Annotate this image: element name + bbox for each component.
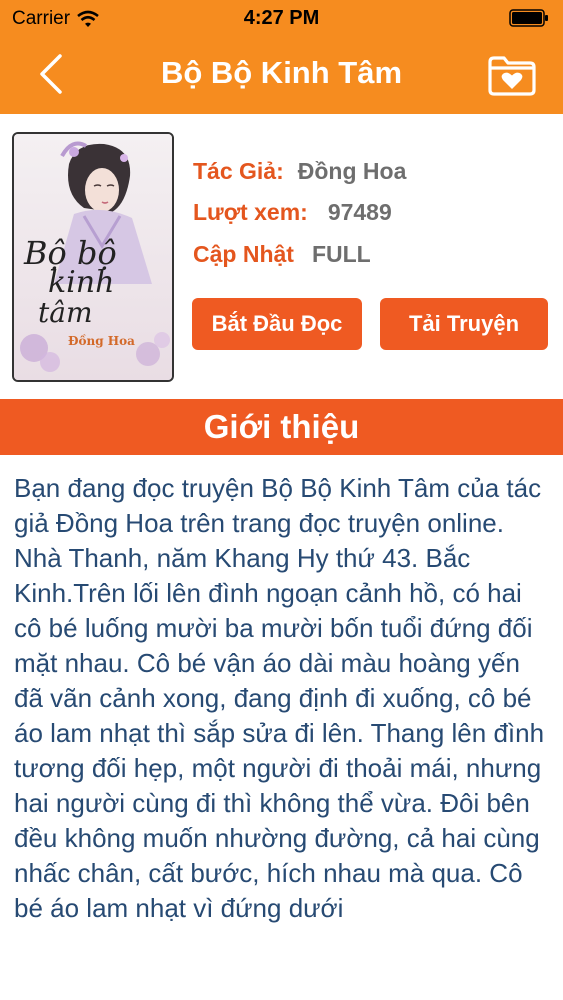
battery-icon	[509, 9, 548, 27]
cover-author: Đồng Hoa	[68, 334, 135, 348]
views-row: Lượt xem: 97489	[193, 199, 392, 226]
intro-body[interactable]: Bạn đang đọc truyện Bộ Bộ Kinh Tâm của t…	[0, 455, 563, 1000]
author-value: Đồng Hoa	[297, 158, 407, 184]
top-bar: Carrier 4:27 PM Bộ Bộ Kinh Tâm	[0, 0, 563, 114]
views-value: 97489	[327, 199, 392, 225]
author-row: Tác Giả: Đồng Hoa	[193, 158, 406, 185]
page-title: Bộ Bộ Kinh Tâm	[160, 55, 403, 90]
cover-title-line-1: Bộ bộ	[24, 234, 117, 272]
intro-heading: Giới thiệu	[0, 399, 563, 455]
status-bar: Carrier 4:27 PM	[0, 0, 563, 38]
author-label: Tác Giả:	[193, 158, 284, 184]
update-label: Cập Nhật	[193, 241, 294, 267]
intro-text: Bạn đang đọc truyện Bộ Bộ Kinh Tâm của t…	[14, 473, 545, 923]
download-button[interactable]: Tải Truyện	[380, 298, 548, 350]
nav-bar: Bộ Bộ Kinh Tâm	[0, 38, 563, 114]
views-label: Lượt xem:	[193, 199, 308, 225]
start-reading-button[interactable]: Bắt Đầu Đọc	[192, 298, 362, 350]
cover-title-line-2: kinh	[48, 265, 115, 300]
book-info: Bộ bộ kinh tâm Đồng Hoa Tác Giả: Đồng Hoa…	[0, 114, 563, 399]
chevron-left-icon[interactable]	[34, 52, 70, 96]
folder-heart-icon[interactable]	[487, 54, 537, 96]
update-value: FULL	[311, 241, 371, 267]
cover-title-line-3: tâm	[38, 296, 93, 329]
update-row: Cập Nhật FULL	[193, 241, 371, 268]
book-cover: Bộ bộ kinh tâm Đồng Hoa	[12, 132, 174, 382]
status-time: 4:27 PM	[243, 7, 320, 29]
